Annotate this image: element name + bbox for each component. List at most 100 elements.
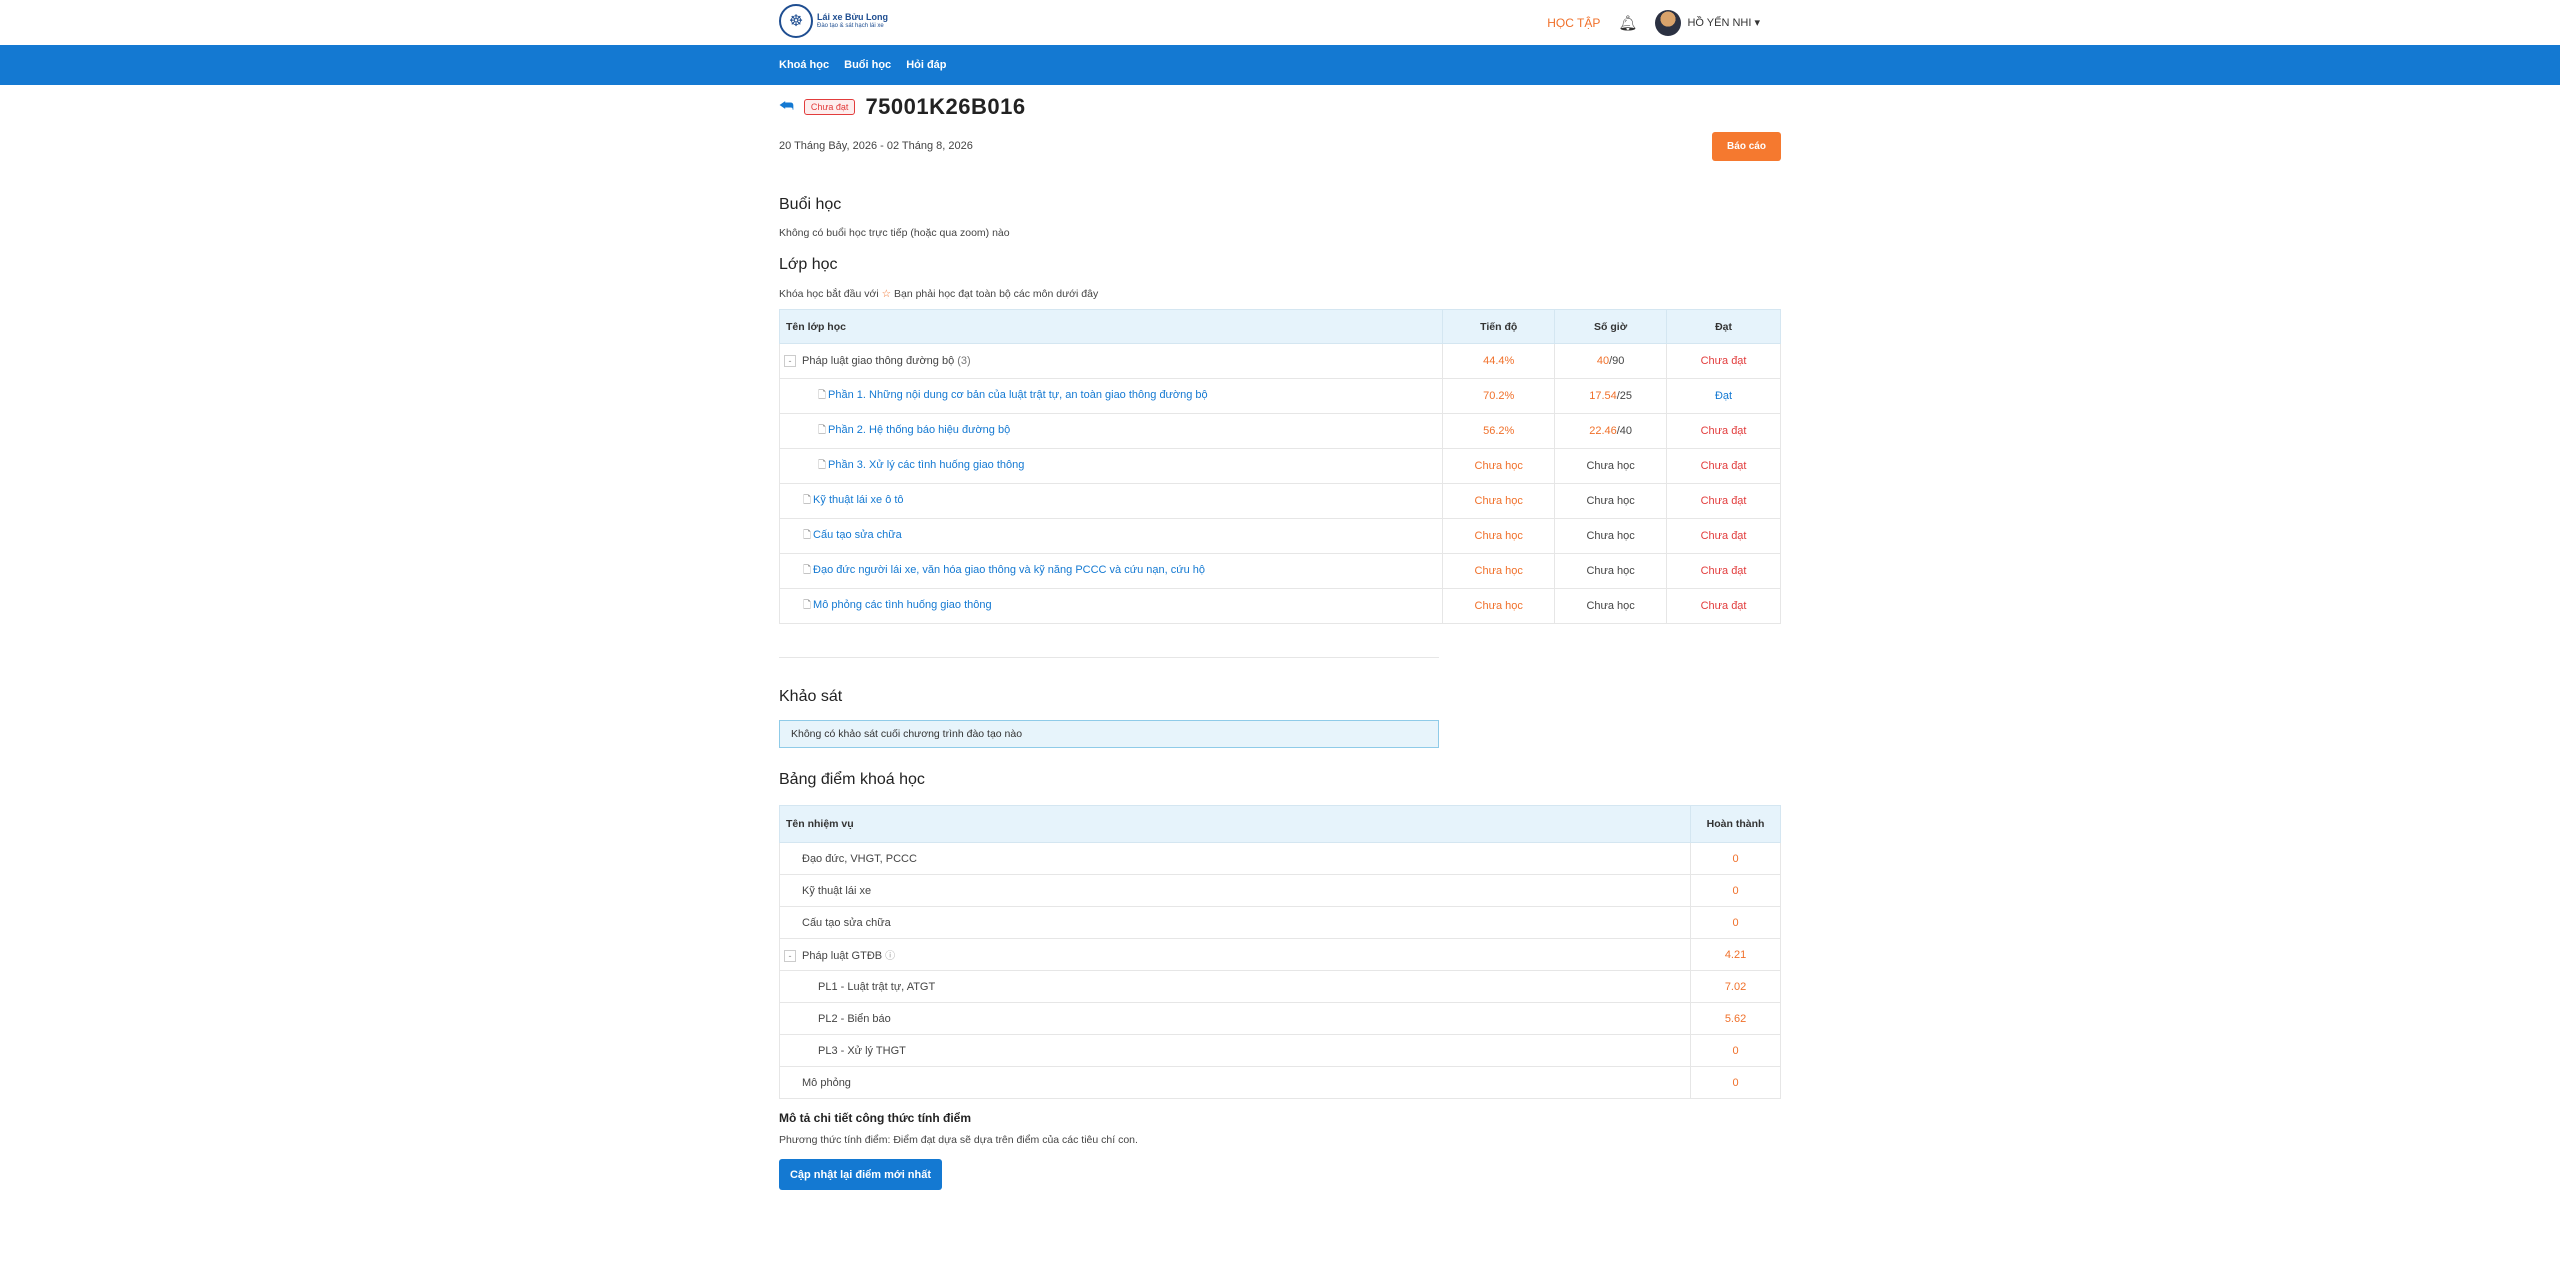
- table-header: Tên lớp học Tiến độ Số giờ Đạt: [778, 309, 1781, 344]
- hours: Chưa học: [1554, 518, 1668, 554]
- task-score: 7.02: [1690, 970, 1781, 1003]
- classes-table: Tên lớp học Tiến độ Số giờ Đạt - Pháp luậ…: [778, 309, 1781, 624]
- class-link[interactable]: Đạo đức người lái xe, văn hóa giao thông…: [813, 564, 1205, 576]
- class-link[interactable]: Mô phỏng các tình huống giao thông: [813, 599, 992, 611]
- course-dates: 20 Tháng Bảy, 2026 - 02 Tháng 8, 2026: [779, 140, 973, 152]
- progress: Chưa học: [1442, 588, 1556, 624]
- hours-total: /25: [1616, 390, 1633, 402]
- logo[interactable]: ☸ Lái xe Bửu Long Đào tạo & sát hạch lái…: [779, 4, 888, 38]
- scores-heading: Bảng điểm khoá học: [779, 771, 925, 788]
- survey-info-box: Không có khảo sát cuối chương trình đào …: [779, 720, 1439, 748]
- table-row: 🗋 Đạo đức người lái xe, văn hóa giao thôn…: [778, 553, 1781, 589]
- nav-courses[interactable]: Khoá học: [779, 59, 829, 71]
- class-link[interactable]: Cấu tạo sửa chữa: [813, 529, 902, 541]
- hours: Chưa học: [1554, 588, 1668, 624]
- class-link[interactable]: Phần 3. Xử lý các tình huống giao thông: [828, 459, 1024, 471]
- main-nav: Khoá học Buổi học Hỏi đáp: [0, 45, 2560, 85]
- table-row: 🗋 Phần 2. Hệ thống báo hiệu đường bộ 56.2…: [778, 413, 1781, 449]
- document-icon: 🗋: [803, 529, 812, 541]
- collapse-toggle-icon[interactable]: -: [784, 950, 796, 963]
- document-icon: 🗋: [803, 564, 812, 576]
- study-link[interactable]: HỌC TẬP: [1547, 16, 1600, 30]
- top-bar: ☸ Lái xe Bửu Long Đào tạo & sát hạch lái…: [0, 0, 2560, 45]
- class-name: Pháp luật giao thông đường bộ: [802, 354, 955, 367]
- report-button[interactable]: Báo cáo: [1712, 132, 1781, 161]
- help-icon[interactable]: ⓘ: [885, 951, 895, 962]
- task-name: Đạo đức, VHGT, PCCC: [778, 842, 1692, 875]
- document-icon: 🗋: [818, 389, 827, 401]
- col-class-name: Tên lớp học: [778, 309, 1444, 344]
- class-link[interactable]: Phần 2. Hệ thống báo hiệu đường bộ: [828, 424, 1010, 436]
- task-name: PL1 - Luật trật tự, ATGT: [778, 970, 1692, 1003]
- pass-status: Chưa đạt: [1666, 518, 1781, 554]
- task-score: 0: [1690, 842, 1781, 875]
- hours: Chưa học: [1554, 448, 1668, 484]
- task-name: Kỹ thuật lái xe: [778, 874, 1692, 907]
- table-row: Kỹ thuật lái xe 0: [778, 874, 1781, 907]
- table-row: Cấu tạo sửa chữa 0: [778, 906, 1781, 939]
- hours: 17.54/25: [1554, 378, 1668, 414]
- pass-status: Chưa đạt: [1666, 553, 1781, 589]
- progress: 56.2%: [1442, 413, 1556, 449]
- classes-note: Khóa học bắt đầu với ☆ Bạn phải học đạt …: [779, 288, 1098, 300]
- child-count: (3): [957, 354, 971, 367]
- pass-status: Chưa đạt: [1666, 588, 1781, 624]
- task-name: Cấu tạo sửa chữa: [778, 906, 1692, 939]
- table-row: 🗋 Phần 1. Những nội dung cơ bản của luật …: [778, 378, 1781, 414]
- document-icon: 🗋: [803, 494, 812, 506]
- divider: [779, 657, 1439, 658]
- task-name: Pháp luật GTĐB: [802, 949, 883, 962]
- task-score: 0: [1690, 1066, 1781, 1099]
- survey-heading: Khảo sát: [779, 688, 843, 705]
- table-row: Mô phỏng 0: [778, 1066, 1781, 1099]
- progress: 70.2%: [1442, 378, 1556, 414]
- table-row: Đạo đức, VHGT, PCCC 0: [778, 842, 1781, 875]
- hours: Chưa học: [1554, 553, 1668, 589]
- document-icon: 🗋: [818, 459, 827, 471]
- document-icon: 🗋: [818, 424, 827, 436]
- update-score-button[interactable]: Cập nhật lại điểm mới nhất: [779, 1159, 942, 1190]
- hours-total: /90: [1609, 355, 1625, 367]
- sessions-heading: Buổi học: [779, 196, 842, 213]
- task-score: 0: [1690, 874, 1781, 907]
- class-link[interactable]: Phần 1. Những nội dung cơ bản của luật t…: [828, 389, 1208, 401]
- progress: 44.4%: [1442, 343, 1556, 379]
- back-arrow-icon[interactable]: ⮪: [779, 98, 794, 116]
- star-icon: ☆: [881, 288, 892, 300]
- table-row: - Pháp luật GTĐB ⓘ 4.21: [778, 938, 1781, 971]
- task-score: 0: [1690, 906, 1781, 939]
- task-name: Mô phỏng: [778, 1066, 1692, 1099]
- pass-status: Chưa đạt: [1666, 483, 1781, 519]
- pass-status: Đạt: [1666, 378, 1781, 414]
- class-link[interactable]: Kỹ thuật lái xe ô tô: [813, 494, 904, 506]
- col-task-name: Tên nhiệm vụ: [778, 805, 1692, 843]
- sessions-note: Không có buổi học trực tiếp (hoặc qua zo…: [779, 227, 1010, 239]
- hours: Chưa học: [1554, 483, 1668, 519]
- col-completion: Hoàn thành: [1690, 805, 1781, 843]
- col-pass: Đạt: [1666, 309, 1781, 344]
- bell-icon[interactable]: 🔔︎: [1618, 14, 1637, 32]
- user-name: HỒ YẾN NHI ▾: [1687, 17, 1760, 29]
- document-icon: 🗋: [803, 599, 812, 611]
- table-row: 🗋 Phần 3. Xử lý các tình huống giao thông…: [778, 448, 1781, 484]
- progress: Chưa học: [1442, 483, 1556, 519]
- hours: 22.46/40: [1554, 413, 1668, 449]
- table-row: PL2 - Biển báo 5.62: [778, 1002, 1781, 1035]
- task-score: 0: [1690, 1034, 1781, 1067]
- avatar: [1655, 9, 1682, 36]
- nav-sessions[interactable]: Buổi học: [844, 59, 891, 71]
- task-score: 5.62: [1690, 1002, 1781, 1035]
- user-menu[interactable]: HỒ YẾN NHI ▾: [1655, 9, 1760, 36]
- status-badge: Chưa đạt: [803, 99, 856, 115]
- scores-table: Tên nhiệm vụ Hoàn thành Đạo đức, VHGT, P…: [778, 805, 1781, 1099]
- logo-emblem-icon: ☸: [779, 4, 813, 38]
- nav-qa[interactable]: Hỏi đáp: [906, 59, 946, 71]
- hours-done: 40: [1596, 355, 1610, 367]
- table-row: - Pháp luật giao thông đường bộ (3) 44.4%…: [778, 343, 1781, 379]
- task-name: PL3 - Xử lý THGT: [778, 1034, 1692, 1067]
- col-progress: Tiến độ: [1442, 309, 1556, 344]
- collapse-toggle-icon[interactable]: -: [784, 355, 796, 368]
- table-row: PL1 - Luật trật tự, ATGT 7.02: [778, 970, 1781, 1003]
- table-row: 🗋 Mô phỏng các tình huống giao thông Chưa…: [778, 588, 1781, 624]
- col-hours: Số giờ: [1554, 309, 1668, 344]
